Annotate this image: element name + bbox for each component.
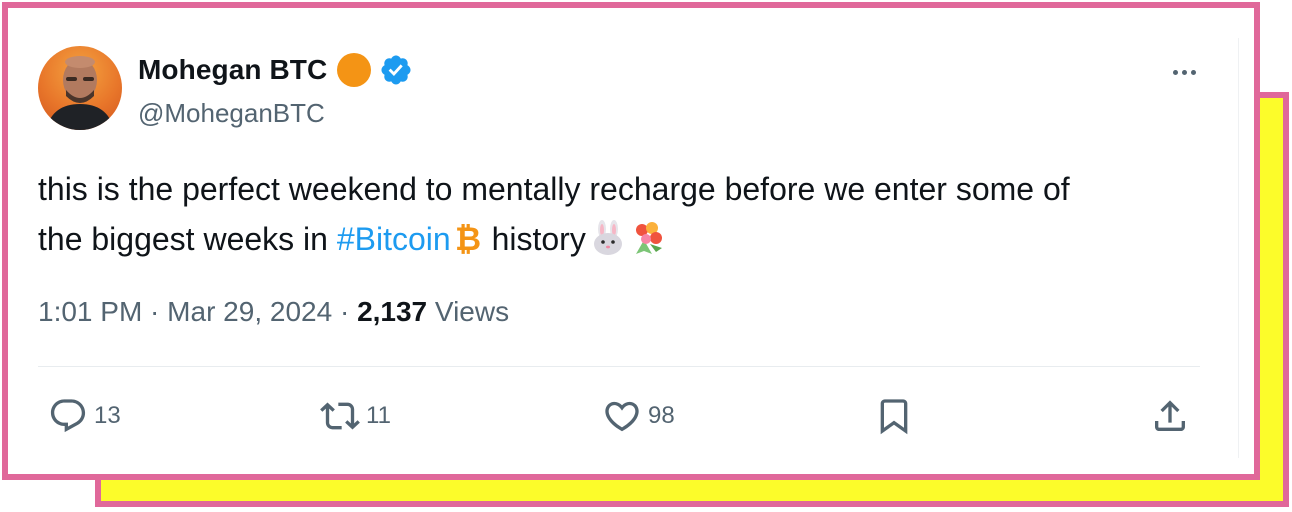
author-handle[interactable]: @MoheganBTC: [138, 98, 325, 129]
rabbit-emoji-icon: [593, 220, 622, 255]
hashtag-link[interactable]: #Bitcoin: [337, 221, 451, 257]
tweet-text-segment: history: [482, 221, 586, 257]
actions-divider: [38, 366, 1200, 367]
views-count: 2,137: [357, 296, 428, 327]
tweet-date[interactable]: Mar 29, 2024: [167, 296, 332, 327]
svg-text:₿: ₿: [455, 221, 481, 255]
tweet-card: Mohegan BTC @MoheganBTC this is the perf…: [2, 2, 1260, 480]
views-label: Views: [427, 296, 510, 327]
reply-icon: [50, 399, 86, 433]
reply-count: 13: [94, 402, 121, 429]
tweet-text-line-2: the biggest weeks in #Bitcoin ₿ history: [38, 214, 1218, 264]
display-name[interactable]: Mohegan BTC: [138, 54, 327, 86]
tweet-text-line-1: this is the perfect weekend to mentally …: [38, 171, 1070, 207]
retweet-count: 11: [366, 402, 391, 429]
bitcoin-emoji-icon: ₿: [455, 221, 481, 255]
avatar[interactable]: [38, 46, 122, 130]
card-edge-line: [1238, 38, 1239, 458]
tweet-text-segment: the biggest weeks in: [38, 221, 337, 257]
bookmark-button[interactable]: [874, 396, 914, 436]
tweet-text: this is the perfect weekend to mentally …: [38, 164, 1218, 264]
retweet-icon: [320, 402, 360, 430]
tweet-time[interactable]: 1:01 PM: [38, 296, 142, 327]
share-icon: [1155, 400, 1185, 431]
bookmark-icon: [880, 399, 908, 435]
author-name-row: Mohegan BTC: [138, 50, 413, 90]
like-count: 98: [648, 402, 675, 429]
reply-button[interactable]: 13: [48, 396, 121, 436]
like-button[interactable]: 98: [602, 396, 675, 436]
tweet-meta: 1:01 PM · Mar 29, 2024 · 2,137 Views: [38, 296, 509, 328]
orange-dot-badge-icon: [337, 53, 372, 87]
more-options-icon[interactable]: [1164, 56, 1204, 88]
retweet-button[interactable]: 11: [320, 396, 391, 436]
share-button[interactable]: [1150, 396, 1190, 436]
meta-separator: ·: [142, 296, 168, 327]
heart-icon: [605, 401, 639, 432]
verified-badge-icon: [381, 55, 411, 85]
bouquet-emoji-icon: [635, 222, 662, 254]
meta-separator: ·: [332, 296, 358, 327]
